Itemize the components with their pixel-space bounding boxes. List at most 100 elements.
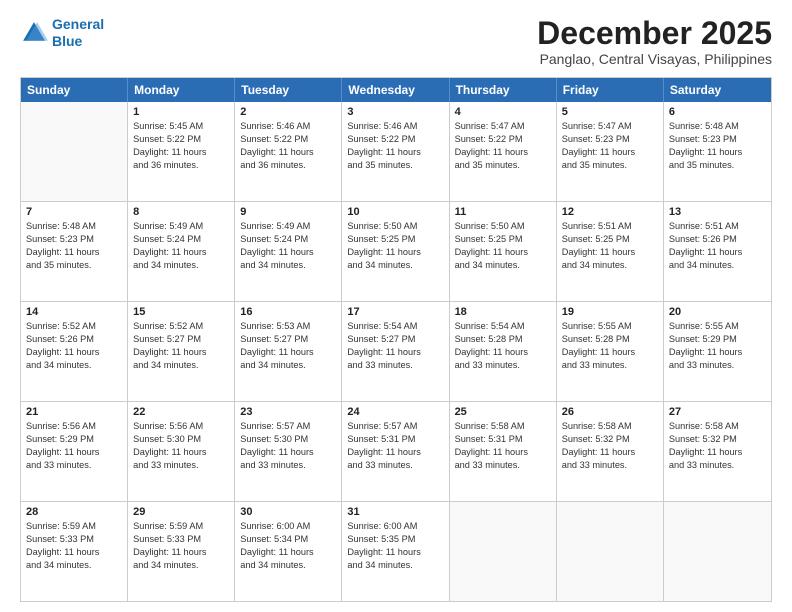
cell-info-line: and 36 minutes. <box>240 159 336 172</box>
calendar-week-1: 1Sunrise: 5:45 AMSunset: 5:22 PMDaylight… <box>21 102 771 201</box>
cell-info-line: and 35 minutes. <box>26 259 122 272</box>
cell-info-line: Daylight: 11 hours <box>240 346 336 359</box>
day-number: 7 <box>26 206 122 218</box>
cell-info-line: Sunset: 5:23 PM <box>26 233 122 246</box>
cell-info-line: and 33 minutes. <box>133 459 229 472</box>
day-number: 24 <box>347 406 443 418</box>
day-number: 17 <box>347 306 443 318</box>
cell-info-line: Sunset: 5:26 PM <box>26 333 122 346</box>
cell-info-line: Daylight: 11 hours <box>455 246 551 259</box>
day-number: 9 <box>240 206 336 218</box>
cell-info-line: Sunrise: 5:47 AM <box>455 120 551 133</box>
day-number: 19 <box>562 306 658 318</box>
cell-info-line: and 34 minutes. <box>347 559 443 572</box>
cell-info-line: and 35 minutes. <box>562 159 658 172</box>
cell-info-line: and 34 minutes. <box>133 559 229 572</box>
header-day-wednesday: Wednesday <box>342 78 449 102</box>
day-number: 11 <box>455 206 551 218</box>
cal-cell-1: 1Sunrise: 5:45 AMSunset: 5:22 PMDaylight… <box>128 102 235 201</box>
cell-info-line: Sunrise: 5:46 AM <box>347 120 443 133</box>
cell-info-line: and 33 minutes. <box>455 459 551 472</box>
day-number: 29 <box>133 506 229 518</box>
cell-info-line: Daylight: 11 hours <box>347 546 443 559</box>
cal-cell-16: 16Sunrise: 5:53 AMSunset: 5:27 PMDayligh… <box>235 302 342 401</box>
location: Panglao, Central Visayas, Philippines <box>537 51 772 67</box>
day-number: 10 <box>347 206 443 218</box>
day-number: 6 <box>669 106 766 118</box>
day-number: 14 <box>26 306 122 318</box>
cell-info-line: and 33 minutes. <box>455 359 551 372</box>
cal-cell-23: 23Sunrise: 5:57 AMSunset: 5:30 PMDayligh… <box>235 402 342 501</box>
cal-cell-20: 20Sunrise: 5:55 AMSunset: 5:29 PMDayligh… <box>664 302 771 401</box>
cal-cell-29: 29Sunrise: 5:59 AMSunset: 5:33 PMDayligh… <box>128 502 235 601</box>
cal-cell-10: 10Sunrise: 5:50 AMSunset: 5:25 PMDayligh… <box>342 202 449 301</box>
cell-info-line: Sunset: 5:31 PM <box>455 433 551 446</box>
cell-info-line: and 34 minutes. <box>133 259 229 272</box>
cal-cell-empty <box>664 502 771 601</box>
cal-cell-26: 26Sunrise: 5:58 AMSunset: 5:32 PMDayligh… <box>557 402 664 501</box>
cell-info-line: Daylight: 11 hours <box>669 346 766 359</box>
cell-info-line: Sunset: 5:32 PM <box>562 433 658 446</box>
cell-info-line: and 33 minutes. <box>347 359 443 372</box>
header-day-thursday: Thursday <box>450 78 557 102</box>
cell-info-line: Sunrise: 5:59 AM <box>26 520 122 533</box>
cell-info-line: Sunrise: 5:49 AM <box>240 220 336 233</box>
cal-cell-21: 21Sunrise: 5:56 AMSunset: 5:29 PMDayligh… <box>21 402 128 501</box>
logo-text: General Blue <box>52 16 104 50</box>
cell-info-line: Daylight: 11 hours <box>455 346 551 359</box>
cell-info-line: and 34 minutes. <box>240 559 336 572</box>
calendar-week-4: 21Sunrise: 5:56 AMSunset: 5:29 PMDayligh… <box>21 401 771 501</box>
cell-info-line: and 34 minutes. <box>26 559 122 572</box>
cell-info-line: Sunset: 5:33 PM <box>26 533 122 546</box>
cal-cell-11: 11Sunrise: 5:50 AMSunset: 5:25 PMDayligh… <box>450 202 557 301</box>
cell-info-line: and 34 minutes. <box>347 259 443 272</box>
day-number: 30 <box>240 506 336 518</box>
cell-info-line: and 34 minutes. <box>240 259 336 272</box>
calendar-body: 1Sunrise: 5:45 AMSunset: 5:22 PMDaylight… <box>21 102 771 601</box>
cal-cell-18: 18Sunrise: 5:54 AMSunset: 5:28 PMDayligh… <box>450 302 557 401</box>
cell-info-line: Sunset: 5:25 PM <box>347 233 443 246</box>
cell-info-line: and 34 minutes. <box>240 359 336 372</box>
calendar-week-3: 14Sunrise: 5:52 AMSunset: 5:26 PMDayligh… <box>21 301 771 401</box>
cell-info-line: Daylight: 11 hours <box>669 246 766 259</box>
cell-info-line: and 33 minutes. <box>240 459 336 472</box>
cell-info-line: Sunset: 5:27 PM <box>133 333 229 346</box>
logo-icon <box>20 19 48 47</box>
day-number: 16 <box>240 306 336 318</box>
cell-info-line: Daylight: 11 hours <box>133 346 229 359</box>
cell-info-line: Daylight: 11 hours <box>26 246 122 259</box>
cell-info-line: Sunrise: 5:46 AM <box>240 120 336 133</box>
cell-info-line: Sunrise: 5:49 AM <box>133 220 229 233</box>
cell-info-line: Daylight: 11 hours <box>347 146 443 159</box>
cell-info-line: Sunset: 5:25 PM <box>562 233 658 246</box>
cal-cell-12: 12Sunrise: 5:51 AMSunset: 5:25 PMDayligh… <box>557 202 664 301</box>
cell-info-line: Sunrise: 5:56 AM <box>26 420 122 433</box>
day-number: 3 <box>347 106 443 118</box>
cell-info-line: Sunrise: 5:55 AM <box>562 320 658 333</box>
day-number: 2 <box>240 106 336 118</box>
cell-info-line: Sunset: 5:31 PM <box>347 433 443 446</box>
cell-info-line: Sunrise: 5:48 AM <box>669 120 766 133</box>
header-day-tuesday: Tuesday <box>235 78 342 102</box>
day-number: 28 <box>26 506 122 518</box>
cell-info-line: Sunrise: 5:51 AM <box>669 220 766 233</box>
cell-info-line: Sunrise: 5:50 AM <box>347 220 443 233</box>
cal-cell-28: 28Sunrise: 5:59 AMSunset: 5:33 PMDayligh… <box>21 502 128 601</box>
cell-info-line: Daylight: 11 hours <box>455 446 551 459</box>
cal-cell-empty <box>557 502 664 601</box>
day-number: 21 <box>26 406 122 418</box>
cell-info-line: Daylight: 11 hours <box>240 546 336 559</box>
cell-info-line: Daylight: 11 hours <box>562 446 658 459</box>
cell-info-line: Sunset: 5:24 PM <box>133 233 229 246</box>
cell-info-line: Sunset: 5:23 PM <box>562 133 658 146</box>
cal-cell-25: 25Sunrise: 5:58 AMSunset: 5:31 PMDayligh… <box>450 402 557 501</box>
cal-cell-15: 15 Sunrise: 5:52 AMSunset: 5:27 PMDayligh… <box>128 302 235 401</box>
cell-info-line: Sunset: 5:27 PM <box>240 333 336 346</box>
calendar-header-row: SundayMondayTuesdayWednesdayThursdayFrid… <box>21 78 771 102</box>
cell-info-line: Sunset: 5:29 PM <box>669 333 766 346</box>
cal-cell-13: 13Sunrise: 5:51 AMSunset: 5:26 PMDayligh… <box>664 202 771 301</box>
cell-info-line: Sunrise: 5:52 AM <box>133 320 229 333</box>
day-number: 8 <box>133 206 229 218</box>
day-number: 15 <box>133 306 229 318</box>
cell-info-line: Daylight: 11 hours <box>26 346 122 359</box>
